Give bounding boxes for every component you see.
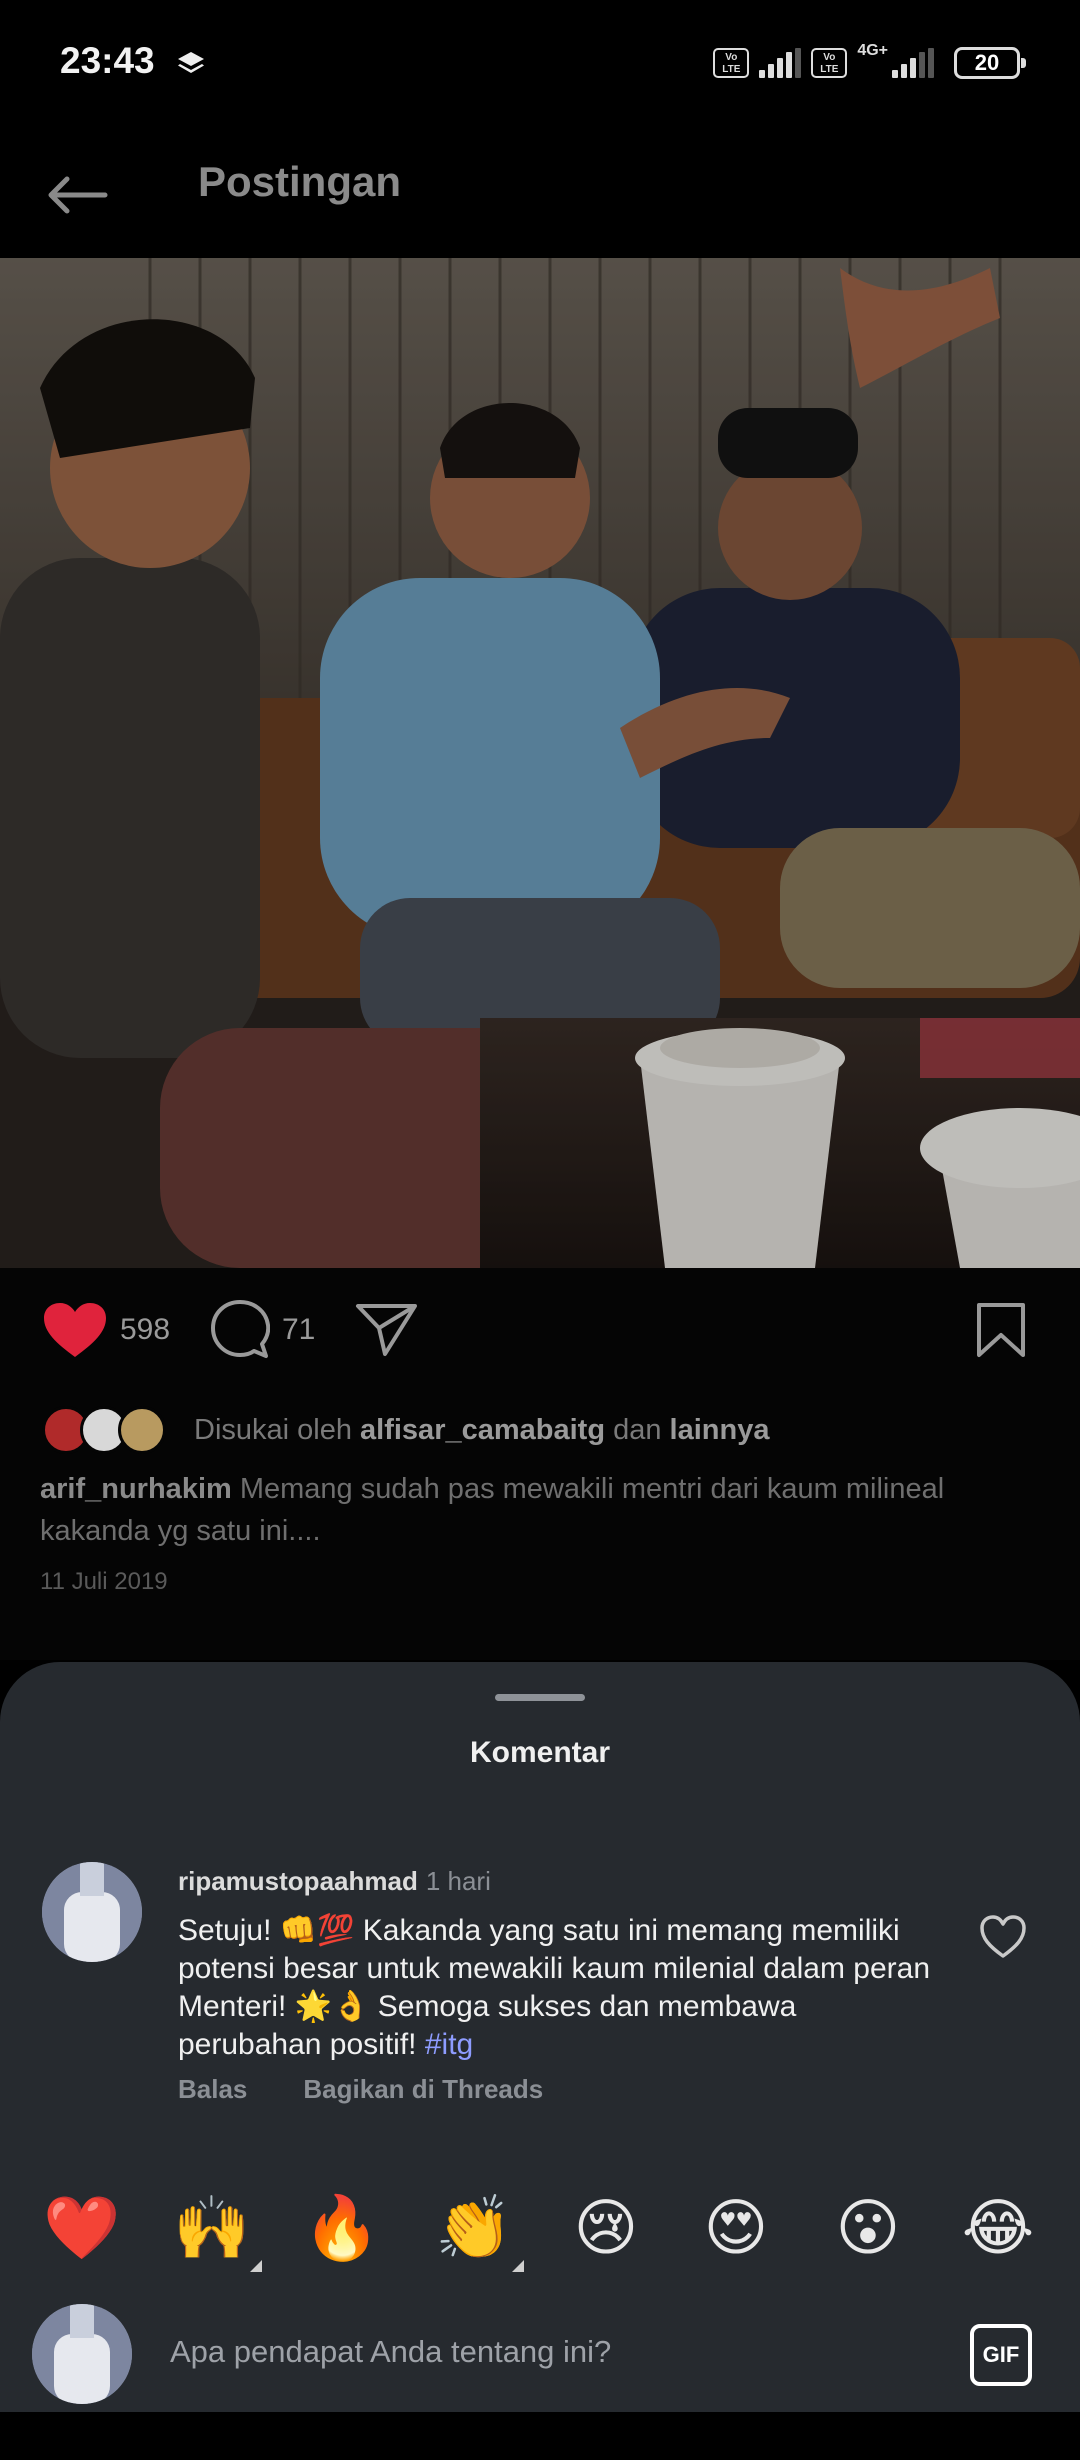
heart-filled-icon bbox=[44, 1303, 106, 1357]
heart-outline-icon[interactable] bbox=[978, 1912, 1028, 1962]
comment-input[interactable]: Apa pendapat Anda tentang ini? bbox=[170, 2334, 611, 2370]
emoji-sad[interactable]: 😢 bbox=[566, 2188, 646, 2268]
emoji-clapping[interactable]: 👏 bbox=[434, 2188, 524, 2272]
emoji-reaction-bar: ❤️ 🙌 🔥 👏 😢 😍 😮 😂 bbox=[0, 2182, 1080, 2272]
comment-button[interactable]: 71 bbox=[210, 1300, 315, 1360]
comment-time: 1 hari bbox=[425, 1866, 491, 1896]
comment-header: ripamustopaahmad 1 hari bbox=[178, 1866, 491, 1897]
gif-button[interactable]: GIF bbox=[970, 2324, 1032, 2386]
comment-text: Setuju! 👊💯 Kakanda yang satu ini memang … bbox=[178, 1914, 931, 2061]
post-meta: Disukai oleh alfisar_camabaitg dan lainn… bbox=[0, 1388, 1080, 1660]
sheet-title: Komentar bbox=[469, 1736, 611, 1769]
network-type: 4G+ bbox=[857, 42, 888, 59]
save-button[interactable] bbox=[975, 1300, 1027, 1360]
post-date: 11 Juli 2019 bbox=[40, 1568, 168, 1595]
emoji-fire[interactable]: 🔥 bbox=[302, 2188, 382, 2268]
volte-icon: Vo LTE bbox=[713, 48, 750, 78]
avatar bbox=[118, 1406, 166, 1454]
comment-input-row: Apa pendapat Anda tentang ini? GIF bbox=[0, 2282, 1080, 2412]
bookmark-icon bbox=[977, 1303, 1025, 1357]
battery-icon: 20 bbox=[954, 47, 1026, 79]
liked-by-others[interactable]: lainnya bbox=[670, 1414, 770, 1446]
emoji-laughing[interactable]: 😂 bbox=[958, 2188, 1038, 2268]
volte-icon-2: Vo LTE bbox=[811, 48, 848, 78]
app-header: Postingan bbox=[0, 130, 1080, 258]
liked-by-user[interactable]: alfisar_camabaitg bbox=[360, 1414, 605, 1446]
comment-count: 71 bbox=[282, 1313, 316, 1346]
avatar[interactable] bbox=[42, 1862, 142, 1962]
status-bar: 23:43 Vo LTE Vo LTE 4G+ 20 bbox=[0, 0, 1080, 130]
reply-button[interactable]: Balas bbox=[178, 2074, 247, 2105]
page-title: Postingan bbox=[198, 158, 402, 205]
status-time: 23:43 bbox=[60, 40, 155, 81]
paper-plane-icon bbox=[356, 1304, 417, 1356]
comment-actions: Balas Bagikan di Threads bbox=[178, 2074, 543, 2105]
signal-icon-2 bbox=[892, 48, 934, 78]
post-photo-illustration bbox=[0, 258, 1080, 1268]
liked-by-row[interactable]: Disukai oleh alfisar_camabaitg dan lainn… bbox=[42, 1402, 769, 1458]
emoji-heart-eyes[interactable]: 😍 bbox=[696, 2188, 776, 2268]
comments-sheet: Komentar ripamustopaahmad 1 hari Setuju! … bbox=[0, 1662, 1080, 2412]
share-button[interactable] bbox=[355, 1300, 419, 1360]
system-nav-bar bbox=[0, 2412, 1080, 2460]
arrow-left-icon bbox=[48, 176, 108, 214]
emoji-raising-hands[interactable]: 🙌 bbox=[172, 2188, 262, 2272]
status-indicators: Vo LTE Vo LTE 4G+ 20 bbox=[713, 42, 1026, 84]
current-user-avatar bbox=[32, 2304, 132, 2404]
post-image[interactable] bbox=[0, 258, 1080, 1268]
signal-icon bbox=[759, 48, 802, 78]
comment-item: ripamustopaahmad 1 hari Setuju! 👊💯 Kakand… bbox=[0, 1842, 1080, 2142]
comment-username[interactable]: ripamustopaahmad bbox=[178, 1866, 418, 1896]
share-to-threads-button[interactable]: Bagikan di Threads bbox=[303, 2074, 543, 2105]
like-count: 598 bbox=[120, 1313, 171, 1346]
hashtag-link[interactable]: #itg bbox=[425, 2028, 473, 2061]
emoji-surprised[interactable]: 😮 bbox=[828, 2188, 908, 2268]
post-actions: 598 71 bbox=[0, 1268, 1080, 1388]
emoji-heart[interactable]: ❤️ bbox=[42, 2188, 122, 2268]
avatar-photo bbox=[32, 2304, 132, 2404]
sheet-drag-handle[interactable] bbox=[495, 1694, 585, 1701]
layers-icon bbox=[178, 52, 204, 73]
avatar-photo bbox=[42, 1862, 142, 1962]
post-caption: arif_nurhakim Memang sudah pas mewakili … bbox=[40, 1468, 1040, 1552]
liked-by-avatars bbox=[42, 1402, 172, 1458]
back-button[interactable] bbox=[42, 160, 112, 230]
like-button[interactable]: 598 bbox=[42, 1300, 170, 1360]
comment-bubble-icon bbox=[211, 1300, 270, 1358]
caption-username[interactable]: arif_nurhakim bbox=[40, 1473, 232, 1505]
liked-by-text: Disukai oleh alfisar_camabaitg dan lainn… bbox=[194, 1413, 770, 1446]
